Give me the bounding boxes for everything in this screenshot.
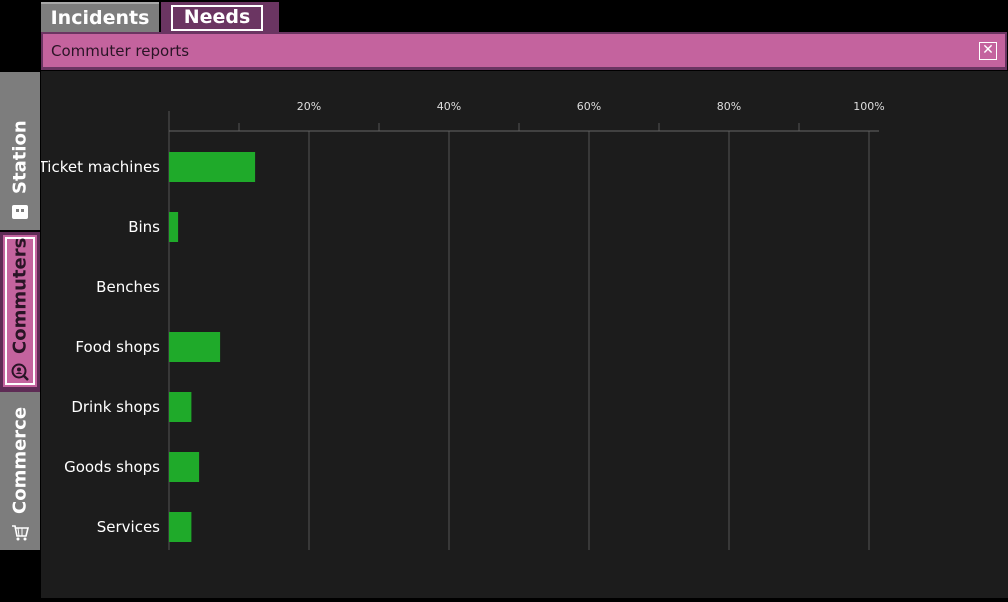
tab-needs[interactable]: Needs	[161, 2, 279, 32]
side-tab-commerce-label: Commerce	[9, 406, 31, 514]
category-label: Benches	[96, 278, 160, 296]
needs-bar-chart: 20% 40% 60% 80% 100% Ticket machines Bins Bench…	[38, 100, 885, 550]
side-tab-commuters-label: Commuters	[9, 237, 31, 354]
x-tick-label: 80%	[717, 100, 741, 113]
shopping-cart-icon	[12, 525, 30, 541]
x-tick-label: 100%	[853, 100, 884, 113]
x-tick-label: 40%	[437, 100, 461, 113]
station-icon	[12, 205, 28, 219]
bar	[169, 392, 192, 422]
bar	[169, 152, 256, 182]
header-title: Commuter reports	[51, 42, 190, 60]
category-label: Goods shops	[64, 458, 160, 476]
category-label: Drink shops	[71, 398, 160, 416]
side-tab-station-label: Station	[9, 120, 31, 194]
category-label: Services	[97, 518, 160, 536]
category-label: Food shops	[75, 338, 160, 356]
x-tick-label: 20%	[297, 100, 321, 113]
side-tab-commuters[interactable]: Commuters	[0, 232, 40, 390]
commuter-search-icon	[11, 363, 29, 381]
tab-needs-label: Needs	[171, 5, 263, 31]
category-label: Bins	[128, 218, 160, 236]
side-tab-commerce[interactable]: Commerce	[0, 392, 40, 550]
x-tick-label: 60%	[577, 100, 601, 113]
bar	[169, 212, 179, 242]
bar	[169, 452, 200, 482]
bar	[169, 512, 192, 542]
bar	[169, 332, 221, 362]
close-icon: ✕	[982, 42, 994, 58]
chart-panel: 20% 40% 60% 80% 100% Ticket machines Bins Bench…	[38, 71, 1008, 598]
close-button[interactable]: ✕	[979, 42, 997, 60]
side-tab-station[interactable]: Station	[0, 72, 40, 230]
commuter-reports-header: Commuter reports ✕	[41, 32, 1007, 70]
category-label: Ticket machines	[41, 158, 160, 176]
tab-incidents[interactable]: Incidents	[41, 2, 159, 32]
